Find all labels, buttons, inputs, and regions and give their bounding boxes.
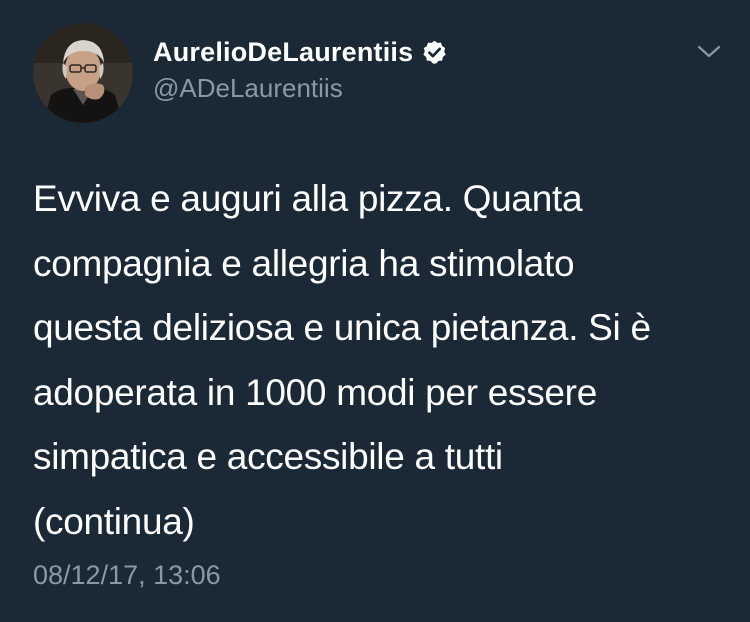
verified-badge-icon	[421, 39, 448, 66]
tweet-text: Evviva e auguri alla pizza. Quanta compa…	[33, 167, 723, 554]
tweet-card: AurelioDeLaurentiis @ADeLaurentiis Evviv…	[0, 0, 750, 622]
profile-photo-icon	[33, 23, 133, 123]
author-handle[interactable]: @ADeLaurentiis	[153, 73, 343, 104]
tweet-text-line: simpatica e accessibile a tutti	[33, 436, 503, 477]
tweet-timestamp[interactable]: 08/12/17, 13:06	[33, 560, 221, 591]
tweet-text-line[interactable]: (continua)	[33, 490, 723, 555]
tweet-text-line: adoperata in 1000 modi per essere	[33, 371, 597, 413]
tweet-text-line: compagnia e allegria ha stimolato	[33, 242, 575, 284]
avatar[interactable]	[33, 23, 133, 123]
author-name-row[interactable]: AurelioDeLaurentiis	[153, 33, 448, 71]
author-display-name[interactable]: AurelioDeLaurentiis	[153, 37, 413, 68]
tweet-text-line: Evviva e auguri alla pizza. Quanta	[33, 178, 583, 219]
chevron-down-icon[interactable]	[694, 40, 724, 64]
tweet-text-line: questa deliziosa e unica pietanza. Si è	[33, 307, 651, 348]
